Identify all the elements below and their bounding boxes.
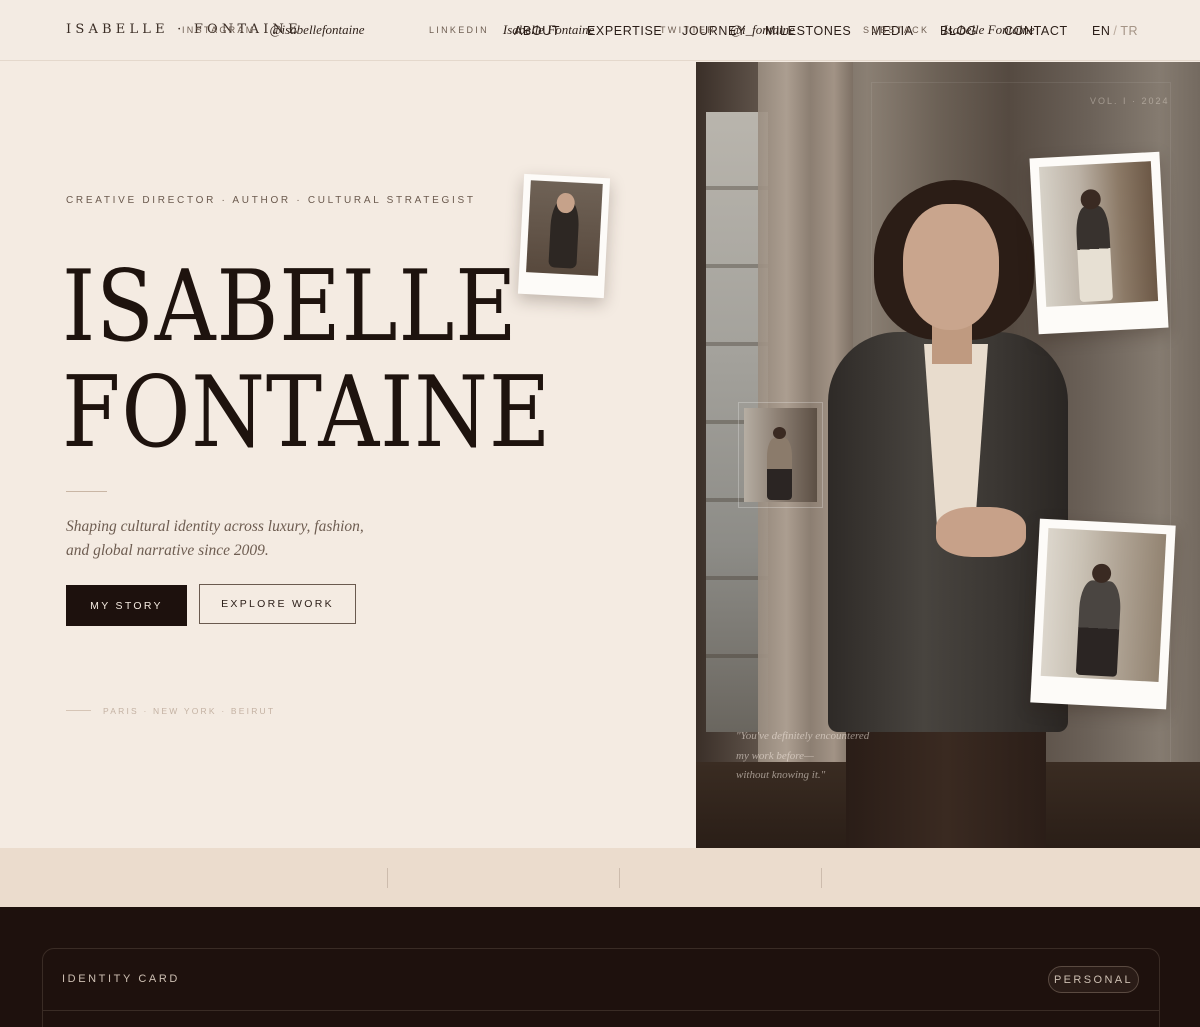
- polaroid-portrait-small: [517, 173, 611, 299]
- identity-card-title: IDENTITY CARD: [62, 973, 180, 985]
- identity-card: [42, 948, 1160, 1027]
- social-label: TWITTER: [660, 24, 717, 35]
- social-handle[interactable]: @isabellefontaine: [270, 22, 365, 38]
- social-instagram[interactable]: INSTAGRAM @isabellefontaine: [182, 0, 365, 59]
- social-divider: [619, 868, 620, 888]
- hero-title-line1: ISABELLE: [62, 250, 518, 364]
- nav-item-expertise[interactable]: EXPERTISE: [587, 24, 662, 38]
- social-substack[interactable]: SUBSTACK Isabelle Fontaine: [863, 0, 1035, 59]
- lang-en[interactable]: EN: [1092, 24, 1110, 38]
- volume-label: VOL. I · 2024: [1090, 96, 1170, 106]
- hero-divider: [66, 491, 107, 492]
- social-divider: [821, 868, 822, 888]
- hero-title-line2: FONTAINE: [62, 356, 552, 470]
- explore-work-button[interactable]: EXPLORE WORK: [199, 584, 356, 624]
- social-label: SUBSTACK: [863, 24, 930, 35]
- polaroid-photo: [526, 180, 603, 276]
- language-switcher: EN / TR: [1092, 24, 1138, 38]
- quote-line3: without knowing it.": [736, 769, 826, 781]
- thumbnail-photo: [744, 408, 817, 502]
- thumbnail-photo-frame: [738, 402, 823, 508]
- social-label: INSTAGRAM: [182, 24, 256, 35]
- lang-separator: /: [1113, 24, 1118, 38]
- social-twitter[interactable]: TWITTER @i_fontaine: [660, 0, 795, 59]
- cities-list: PARIS · NEW YORK · BEIRUT: [103, 706, 276, 716]
- quote-line2: my work before—: [736, 749, 814, 762]
- portrait-face: [903, 204, 999, 330]
- social-label: LINKEDIN: [429, 24, 489, 35]
- hero-eyebrow: CREATIVE DIRECTOR · AUTHOR · CULTURAL ST…: [66, 195, 476, 206]
- polaroid-photo: [1038, 161, 1159, 307]
- polaroid-photo: [1040, 528, 1167, 682]
- social-linkedin[interactable]: LINKEDIN Isabelle Fontaine: [429, 0, 594, 59]
- portrait-hands: [936, 507, 1026, 557]
- polaroid-window-portrait: [1029, 151, 1169, 335]
- cities-rule: [66, 710, 91, 711]
- social-handle[interactable]: @i_fontaine: [730, 22, 795, 38]
- social-links-strip: [0, 848, 1200, 907]
- social-handle[interactable]: Isabelle Fontaine: [503, 22, 594, 38]
- quote-line1: "You've definitely encountered: [736, 730, 870, 742]
- hero-quote: "You've definitely encountered my work b…: [736, 727, 916, 786]
- social-divider: [387, 868, 388, 888]
- lang-tr[interactable]: TR: [1120, 24, 1138, 38]
- hero-tagline: Shaping cultural identity across luxury,…: [66, 515, 386, 563]
- identity-card-divider: [43, 1010, 1159, 1011]
- tagline-line1: Shaping cultural identity across luxury,…: [66, 518, 364, 535]
- polaroid-room-portrait: [1030, 518, 1176, 710]
- tagline-line2: and global narrative since 2009.: [66, 542, 269, 559]
- personal-badge[interactable]: PERSONAL: [1048, 966, 1139, 993]
- social-handle[interactable]: Isabelle Fontaine: [943, 22, 1034, 38]
- my-story-button[interactable]: MY STORY: [66, 585, 187, 626]
